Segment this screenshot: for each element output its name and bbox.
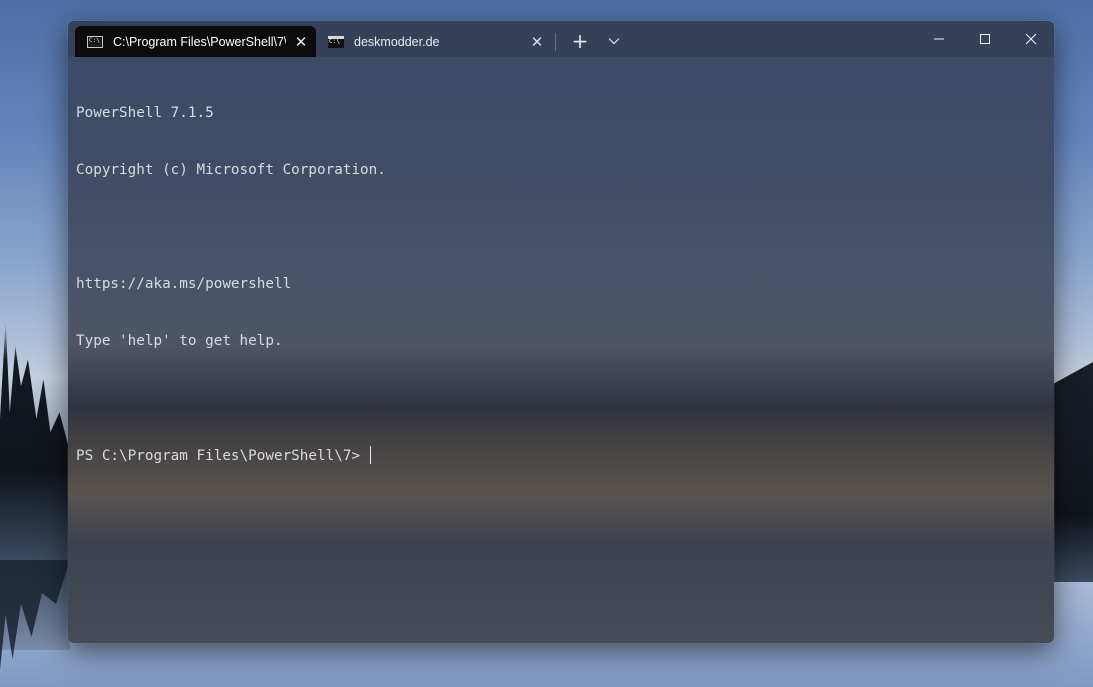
tab-deskmodder[interactable]: deskmodder.de ✕: [320, 26, 552, 57]
terminal-line: Type 'help' to get help.: [76, 333, 283, 349]
terminal-line: PowerShell 7.1.5: [76, 105, 214, 121]
terminal-line: https://aka.ms/powershell: [76, 276, 292, 292]
title-bar[interactable]: C:\Program Files\PowerShell\7\pwsh.exe ✕…: [68, 21, 1054, 57]
terminal-line: Copyright (c) Microsoft Corporation.: [76, 162, 386, 178]
tab-close-icon[interactable]: ✕: [286, 33, 316, 51]
prompt-line[interactable]: PS C:\Program Files\PowerShell\7>: [76, 446, 1036, 465]
maximize-icon: [980, 34, 990, 44]
terminal-output[interactable]: PowerShell 7.1.5 Copyright (c) Microsoft…: [76, 66, 1036, 503]
tab-close-icon[interactable]: ✕: [522, 33, 552, 51]
tab-powershell[interactable]: C:\Program Files\PowerShell\7\pwsh.exe ✕: [75, 26, 316, 57]
text-cursor: [369, 446, 371, 464]
chevron-down-icon: [608, 38, 620, 45]
tab-title: C:\Program Files\PowerShell\7\pwsh.exe: [113, 34, 286, 49]
maximize-button[interactable]: [962, 21, 1008, 57]
minimize-icon: [934, 38, 944, 40]
terminal-window: C:\Program Files\PowerShell\7\pwsh.exe ✕…: [68, 21, 1054, 643]
tab-divider: [555, 33, 556, 51]
close-button[interactable]: [1008, 21, 1054, 57]
prompt: PS C:\Program Files\PowerShell\7>: [76, 448, 369, 464]
minimize-button[interactable]: [916, 21, 962, 57]
powershell-icon: [87, 35, 103, 48]
cmd-icon: [328, 35, 344, 48]
tab-dropdown-button[interactable]: [599, 29, 629, 53]
close-icon: [1025, 33, 1037, 45]
new-tab-button[interactable]: +: [565, 29, 595, 53]
tab-title: deskmodder.de: [354, 34, 440, 49]
desktop-treeline-right: [1053, 362, 1093, 582]
